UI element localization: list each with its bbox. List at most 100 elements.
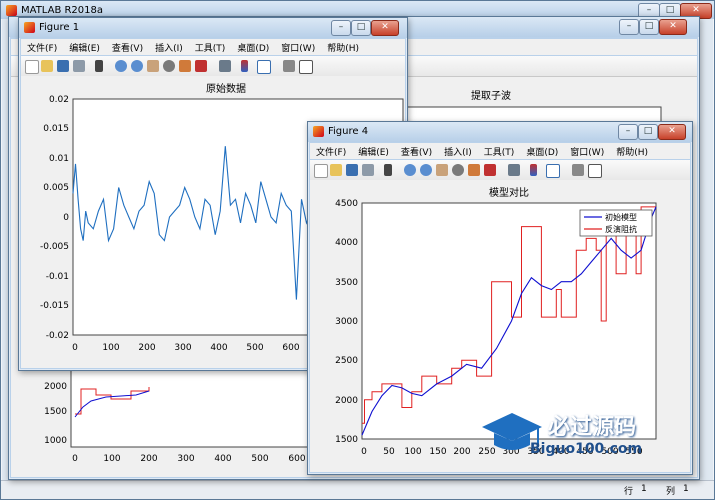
- fig4-close-button[interactable]: ✕: [658, 124, 686, 140]
- open-file-icon[interactable]: [41, 60, 53, 72]
- fig1-ytick: 0.02: [49, 95, 69, 105]
- fig-back-yticks: 2000 1500 1000: [44, 382, 67, 446]
- fig4-yticks: 4500 4000 3500 3000 2500 2000 1500: [335, 199, 358, 445]
- fig-back-xticks: 0 100 200 300 400 500 600: [72, 454, 306, 464]
- fig-back-minimize-button[interactable]: –: [619, 19, 639, 35]
- show-tools-icon[interactable]: [588, 164, 602, 178]
- menu-edit[interactable]: 编辑(E): [63, 39, 106, 54]
- data-cursor-icon[interactable]: [179, 60, 191, 72]
- fig1-ytick: -0.01: [46, 272, 69, 282]
- new-figure-icon[interactable]: [314, 164, 328, 178]
- fig1-xticks: 0 100 200 300 400 500 600: [72, 343, 300, 353]
- fig1-xtick: 600: [282, 343, 299, 353]
- fig4-xtick: 200: [453, 447, 470, 457]
- data-cursor-icon[interactable]: [468, 164, 480, 176]
- fig1-ytick: 0.005: [43, 183, 69, 193]
- rotate-icon[interactable]: [163, 60, 175, 72]
- fig4-ytick: 2500: [335, 356, 358, 366]
- fig4-xtick: 0: [361, 447, 367, 457]
- pointer-icon[interactable]: [95, 60, 103, 72]
- matlab-logo-icon: [6, 5, 17, 16]
- fig4-minimize-button[interactable]: –: [618, 124, 638, 140]
- fig4-xtick: 100: [404, 447, 421, 457]
- zoom-in-icon[interactable]: [115, 60, 127, 72]
- matlab-statusbar: 行 1 列 1: [1, 480, 714, 499]
- menu-insert[interactable]: 插入(I): [149, 39, 189, 54]
- fig1-xtick: 300: [174, 343, 191, 353]
- figure-icon: [313, 126, 324, 137]
- menu-window[interactable]: 窗口(W): [275, 39, 321, 54]
- figure4-titlebar: Figure 4 – □ ✕: [308, 122, 692, 142]
- hide-tools-icon[interactable]: [283, 60, 295, 72]
- pan-icon[interactable]: [147, 60, 159, 72]
- print-icon[interactable]: [362, 164, 374, 176]
- fig4-ytick: 4500: [335, 199, 358, 209]
- hide-tools-icon[interactable]: [572, 164, 584, 176]
- row-value: 1: [641, 484, 647, 494]
- fig1-ytick: 0.015: [43, 124, 69, 134]
- fig-back-ytick: 2000: [44, 382, 67, 392]
- menu-desktop[interactable]: 桌面(D): [231, 39, 275, 54]
- fig1-axes-title: 原始数据: [206, 82, 246, 95]
- zoom-out-icon[interactable]: [131, 60, 143, 72]
- save-icon[interactable]: [57, 60, 69, 72]
- zoom-in-icon[interactable]: [404, 164, 416, 176]
- fig4-xtick: 50: [383, 447, 395, 457]
- menu-view[interactable]: 查看(V): [106, 39, 149, 54]
- fig-back-ytick: 1500: [44, 407, 67, 417]
- fig-back-xtick: 400: [214, 454, 231, 464]
- menu-window[interactable]: 窗口(W): [564, 143, 610, 158]
- legend-icon[interactable]: [546, 164, 560, 178]
- fig4-ytick: 3500: [335, 278, 358, 288]
- figure1-titlebar: Figure 1 – □ ✕: [19, 18, 407, 38]
- save-icon[interactable]: [346, 164, 358, 176]
- menu-desktop[interactable]: 桌面(D): [520, 143, 564, 158]
- menu-file[interactable]: 文件(F): [21, 39, 63, 54]
- fig-back-maximize-button[interactable]: □: [639, 19, 659, 35]
- fig4-ytick: 1500: [335, 435, 358, 445]
- fig4-xtick: 150: [429, 447, 446, 457]
- pan-icon[interactable]: [436, 164, 448, 176]
- menu-insert[interactable]: 插入(I): [438, 143, 478, 158]
- fig-back-xtick: 500: [251, 454, 268, 464]
- col-label: 列: [666, 487, 676, 497]
- brush-icon[interactable]: [484, 164, 496, 176]
- link-plot-icon[interactable]: [508, 164, 520, 176]
- open-file-icon[interactable]: [330, 164, 342, 176]
- link-plot-icon[interactable]: [219, 60, 231, 72]
- legend-inversion-impedance: 反演阻抗: [605, 224, 637, 234]
- rotate-icon[interactable]: [452, 164, 464, 176]
- colorbar-icon[interactable]: [530, 164, 537, 176]
- menu-tools[interactable]: 工具(T): [478, 143, 521, 158]
- new-figure-icon[interactable]: [25, 60, 39, 74]
- fig4-menubar: 文件(F) 编辑(E) 查看(V) 插入(I) 工具(T) 桌面(D) 窗口(W) 帮助(H): [310, 143, 690, 159]
- fig1-close-button[interactable]: ✕: [371, 20, 399, 36]
- menu-view[interactable]: 查看(V): [395, 143, 438, 158]
- fig-back-xtick: 300: [177, 454, 194, 464]
- zoom-out-icon[interactable]: [420, 164, 432, 176]
- menu-edit[interactable]: 编辑(E): [352, 143, 395, 158]
- fig4-axes-title: 模型对比: [489, 186, 529, 199]
- menu-file[interactable]: 文件(F): [310, 143, 352, 158]
- menu-help[interactable]: 帮助(H): [321, 39, 365, 54]
- fig1-ytick: -0.005: [40, 242, 69, 252]
- menu-help[interactable]: 帮助(H): [610, 143, 654, 158]
- fig4-maximize-button[interactable]: □: [638, 124, 658, 140]
- pointer-icon[interactable]: [384, 164, 392, 176]
- fig1-minimize-button[interactable]: –: [331, 20, 351, 36]
- show-tools-icon[interactable]: [299, 60, 313, 74]
- fig-back-axes-title: 提取子波: [471, 89, 511, 102]
- fig-back-xtick: 0: [72, 454, 78, 464]
- brush-icon[interactable]: [195, 60, 207, 72]
- legend-icon[interactable]: [257, 60, 271, 74]
- fig4-legend[interactable]: 初始模型 反演阻抗: [579, 209, 653, 237]
- fig1-ytick: 0.01: [49, 154, 69, 164]
- fig1-xtick: 400: [210, 343, 227, 353]
- fig-back-close-button[interactable]: ✕: [659, 19, 687, 35]
- print-icon[interactable]: [73, 60, 85, 72]
- watermark-url: Biguo100.com: [530, 441, 643, 457]
- watermark-text: 必过源码: [548, 415, 637, 440]
- colorbar-icon[interactable]: [241, 60, 248, 72]
- menu-tools[interactable]: 工具(T): [189, 39, 232, 54]
- fig1-maximize-button[interactable]: □: [351, 20, 371, 36]
